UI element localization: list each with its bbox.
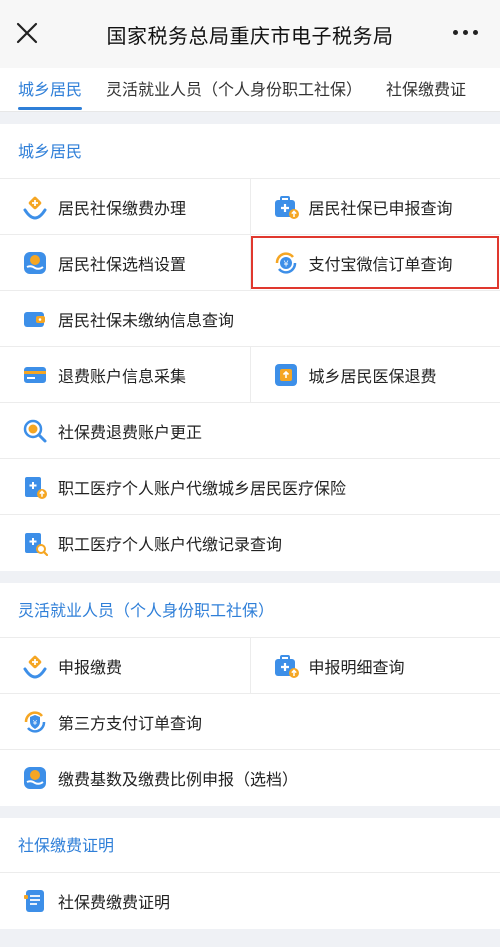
- medical-search-icon: [25, 533, 48, 556]
- menu-item-label: 职工医疗个人账户代缴城乡居民医疗保险: [58, 478, 347, 498]
- menu-item-resident-declared-query[interactable]: 居民社保已申报查询: [249, 179, 500, 234]
- refund-box-icon: [274, 363, 297, 386]
- menu-item-label: 居民社保选档设置: [58, 254, 187, 274]
- medical-kit-icon: [274, 195, 299, 219]
- menu-item-resident-payment[interactable]: 居民社保缴费办理: [0, 179, 250, 234]
- hand-money-icon: [24, 767, 46, 789]
- section-social-security-certificate: 社保缴费证明 社保费缴费证明: [0, 818, 500, 929]
- menu-item-label: 第三方支付订单查询: [58, 713, 203, 733]
- menu-item-label: 居民社保未缴纳信息查询: [58, 310, 235, 330]
- card-icon: [24, 366, 46, 383]
- menu-item-label: 申报缴费: [58, 657, 123, 677]
- menu-item-label: 居民社保已申报查询: [308, 198, 453, 218]
- section-urban-rural-residents: 城乡居民 居民社保缴费办理 居民社保已申报查询 居民社保选档设置 ¥ 支付宝微信…: [0, 124, 500, 571]
- page-title: 国家税务总局重庆市电子税务局: [106, 23, 394, 48]
- svg-text:¥: ¥: [283, 259, 288, 268]
- wallet-icon: [24, 311, 45, 327]
- menu-item-resident-tier-setting[interactable]: 居民社保选档设置: [0, 235, 250, 290]
- menu-item-medical-insurance-refund[interactable]: 城乡居民医保退费: [249, 347, 500, 402]
- hands-plus-icon: [23, 655, 47, 679]
- menu-item-alipay-wechat-order-query[interactable]: ¥ 支付宝微信订单查询: [249, 235, 500, 290]
- menu-item-label: 社保费缴费证明: [58, 893, 171, 912]
- menu-item-employee-account-proxy-payment[interactable]: 职工医疗个人账户代缴城乡居民医疗保险: [0, 459, 500, 514]
- menu-item-label: 支付宝微信订单查询: [308, 254, 453, 274]
- menu-item-declare-payment[interactable]: 申报缴费: [0, 638, 250, 693]
- medical-kit-icon: [274, 654, 299, 678]
- menu-item-label: 城乡居民医保退费: [308, 366, 437, 386]
- menu-item-resident-unpaid-query[interactable]: 居民社保未缴纳信息查询: [0, 291, 500, 346]
- more-options-icon[interactable]: [453, 30, 478, 35]
- menu-item-label: 社保费退费账户更正: [58, 422, 203, 442]
- menu-item-third-party-order-query[interactable]: ¥ 第三方支付订单查询: [0, 694, 500, 749]
- document-icon: [24, 890, 44, 912]
- hands-plus-icon: [23, 196, 47, 220]
- tab-bar: 城乡居民 灵活就业人员（个人身份职工社保） 社保缴费证: [0, 68, 500, 112]
- section-flexible-employment: 灵活就业人员（个人身份职工社保） 申报缴费 申报明细查询 ¥ 第三方支付订单查询…: [0, 583, 500, 806]
- top-bar: 国家税务总局重庆市电子税务局: [0, 0, 500, 68]
- tab-social-security-certificate[interactable]: 社保缴费证: [374, 68, 478, 111]
- section-title: 灵活就业人员（个人身份职工社保）: [0, 583, 500, 638]
- menu-item-declaration-detail-query[interactable]: 申报明细查询: [249, 638, 500, 693]
- section-title: 社保缴费证明: [0, 818, 500, 873]
- yuan-shield-icon: ¥: [24, 710, 46, 733]
- magnifier-icon: [23, 419, 47, 442]
- tab-urban-rural-residents[interactable]: 城乡居民: [0, 68, 94, 111]
- hand-money-icon: [24, 251, 46, 274]
- menu-item-label: 退费账户信息采集: [58, 366, 187, 386]
- menu-item-payment-certificate[interactable]: 社保费缴费证明: [0, 873, 500, 929]
- menu-item-label: 居民社保缴费办理: [58, 198, 187, 218]
- medical-doc-icon: [25, 476, 47, 499]
- close-icon[interactable]: [14, 20, 40, 46]
- menu-item-base-ratio-declaration[interactable]: 缴费基数及缴费比例申报（选档）: [0, 750, 500, 806]
- menu-item-label: 缴费基数及缴费比例申报（选档）: [58, 770, 299, 789]
- menu-item-employee-account-proxy-record-query[interactable]: 职工医疗个人账户代缴记录查询: [0, 515, 500, 571]
- section-title: 城乡居民: [0, 124, 500, 179]
- menu-item-label: 申报明细查询: [308, 657, 405, 677]
- svg-text:¥: ¥: [33, 719, 38, 727]
- menu-item-refund-account-collection[interactable]: 退费账户信息采集: [0, 347, 250, 402]
- yuan-refresh-icon: ¥: [275, 251, 296, 274]
- menu-item-label: 职工医疗个人账户代缴记录查询: [58, 535, 283, 554]
- menu-item-refund-account-correction[interactable]: 社保费退费账户更正: [0, 403, 500, 458]
- tab-flexible-employment[interactable]: 灵活就业人员（个人身份职工社保）: [94, 68, 374, 111]
